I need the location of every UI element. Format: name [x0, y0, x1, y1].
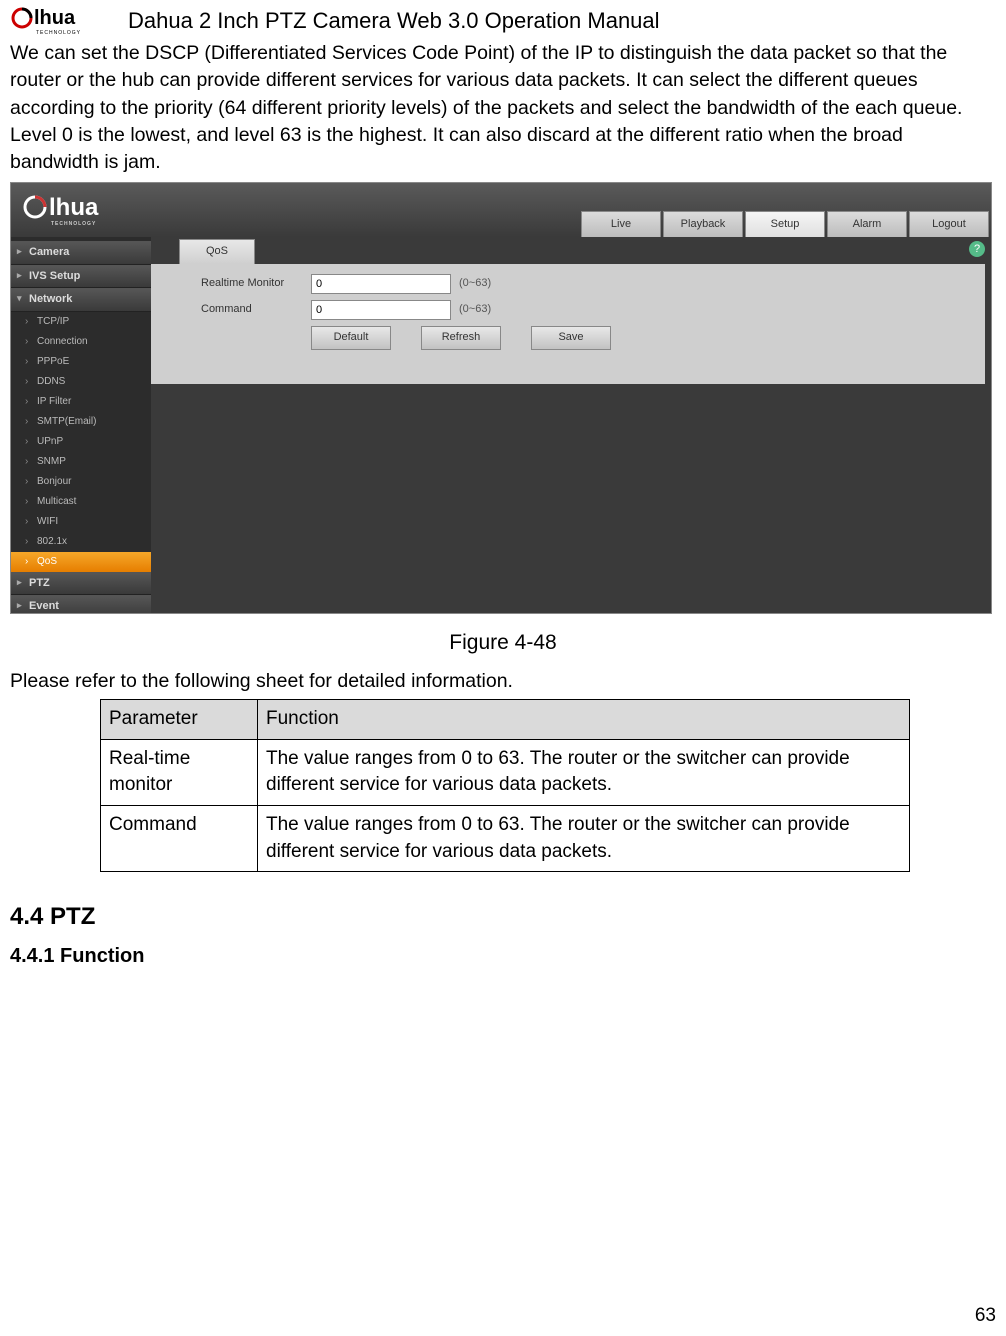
table-row: Command The value ranges from 0 to 63. T…: [101, 805, 910, 871]
sidebar-multicast[interactable]: Multicast: [11, 492, 151, 512]
sidebar-camera[interactable]: Camera: [11, 241, 151, 264]
realtime-monitor-input[interactable]: [311, 274, 451, 294]
sidebar-pppoe[interactable]: PPPoE: [11, 352, 151, 372]
table-header-function: Function: [258, 700, 910, 740]
nav-playback[interactable]: Playback: [663, 211, 743, 237]
nav-logout[interactable]: Logout: [909, 211, 989, 237]
qos-setup-screenshot: lhua TECHNOLOGY Live Playback Setup Alar…: [10, 182, 992, 614]
svg-text:lhua: lhua: [34, 7, 76, 29]
sidebar-ddns[interactable]: DDNS: [11, 372, 151, 392]
page-number: 63: [975, 1303, 996, 1330]
section-4-4-ptz: 4.4 PTZ: [10, 900, 996, 934]
svg-text:TECHNOLOGY: TECHNOLOGY: [36, 30, 81, 36]
sidebar-upnp[interactable]: UPnP: [11, 432, 151, 452]
parameter-table: Parameter Function Real-time monitor The…: [100, 699, 910, 872]
cell-param-command: Command: [101, 805, 258, 871]
refer-text: Please refer to the following sheet for …: [10, 668, 996, 695]
sidebar-event[interactable]: Event: [11, 595, 151, 614]
sidebar-smtp[interactable]: SMTP(Email): [11, 412, 151, 432]
sidebar-snmp[interactable]: SNMP: [11, 452, 151, 472]
sidebar-wifi[interactable]: WIFI: [11, 512, 151, 532]
ui-sidebar: Camera IVS Setup Network TCP/IP Connecti…: [11, 237, 151, 613]
sidebar-qos[interactable]: QoS: [11, 552, 151, 572]
table-row: Real-time monitor The value ranges from …: [101, 739, 910, 805]
command-input[interactable]: [311, 300, 451, 320]
command-hint: (0~63): [459, 302, 491, 317]
sidebar-ivs-setup[interactable]: IVS Setup: [11, 265, 151, 288]
sidebar-ipfilter[interactable]: IP Filter: [11, 392, 151, 412]
manual-title: Dahua 2 Inch PTZ Camera Web 3.0 Operatio…: [128, 6, 660, 37]
sidebar-8021x[interactable]: 802.1x: [11, 532, 151, 552]
tab-qos[interactable]: QoS: [179, 239, 255, 263]
nav-alarm[interactable]: Alarm: [827, 211, 907, 237]
cell-func-realtime: The value ranges from 0 to 63. The route…: [258, 739, 910, 805]
default-button[interactable]: Default: [311, 326, 391, 350]
svg-text:TECHNOLOGY: TECHNOLOGY: [51, 221, 96, 227]
sidebar-tcpip[interactable]: TCP/IP: [11, 312, 151, 332]
sidebar-connection[interactable]: Connection: [11, 332, 151, 352]
cell-param-realtime: Real-time monitor: [101, 739, 258, 805]
cell-func-command: The value ranges from 0 to 63. The route…: [258, 805, 910, 871]
ui-logo: lhua TECHNOLOGY: [21, 189, 141, 238]
intro-paragraph: We can set the DSCP (Differentiated Serv…: [10, 40, 996, 176]
ui-nav: Live Playback Setup Alarm Logout: [581, 211, 991, 237]
svg-text:lhua: lhua: [49, 194, 99, 221]
command-label: Command: [201, 302, 311, 317]
nav-live[interactable]: Live: [581, 211, 661, 237]
help-icon[interactable]: ?: [969, 241, 985, 257]
sidebar-bonjour[interactable]: Bonjour: [11, 472, 151, 492]
table-header-parameter: Parameter: [101, 700, 258, 740]
realtime-monitor-hint: (0~63): [459, 276, 491, 291]
figure-caption: Figure 4-48: [10, 628, 996, 657]
realtime-monitor-label: Realtime Monitor: [201, 276, 311, 291]
sidebar-ptz[interactable]: PTZ: [11, 572, 151, 595]
sidebar-network[interactable]: Network: [11, 288, 151, 311]
refresh-button[interactable]: Refresh: [421, 326, 501, 350]
nav-setup[interactable]: Setup: [745, 211, 825, 237]
dahua-logo: lhua TECHNOLOGY: [10, 4, 110, 38]
section-4-4-1-function: 4.4.1 Function: [10, 942, 996, 970]
qos-panel: Realtime Monitor (0~63) Command (0~63) D…: [151, 264, 985, 384]
save-button[interactable]: Save: [531, 326, 611, 350]
